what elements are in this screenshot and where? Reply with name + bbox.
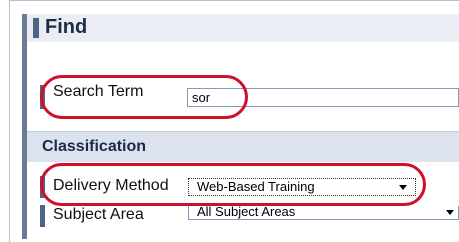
classification-title: Classification: [42, 138, 147, 155]
subject-area-marker: [40, 205, 45, 227]
subject-area-value: All Subject Areas: [197, 204, 296, 219]
header-marker: [33, 18, 39, 38]
chevron-down-icon[interactable]: [446, 210, 454, 215]
panel-title: Find: [45, 16, 88, 38]
subject-area-label: Subject Area: [53, 206, 144, 223]
search-highlight-annotation: [40, 75, 248, 119]
subject-area-select[interactable]: All Subject Areas: [188, 204, 459, 220]
find-header: [27, 14, 459, 43]
delivery-method-highlight-annotation: [40, 163, 426, 206]
